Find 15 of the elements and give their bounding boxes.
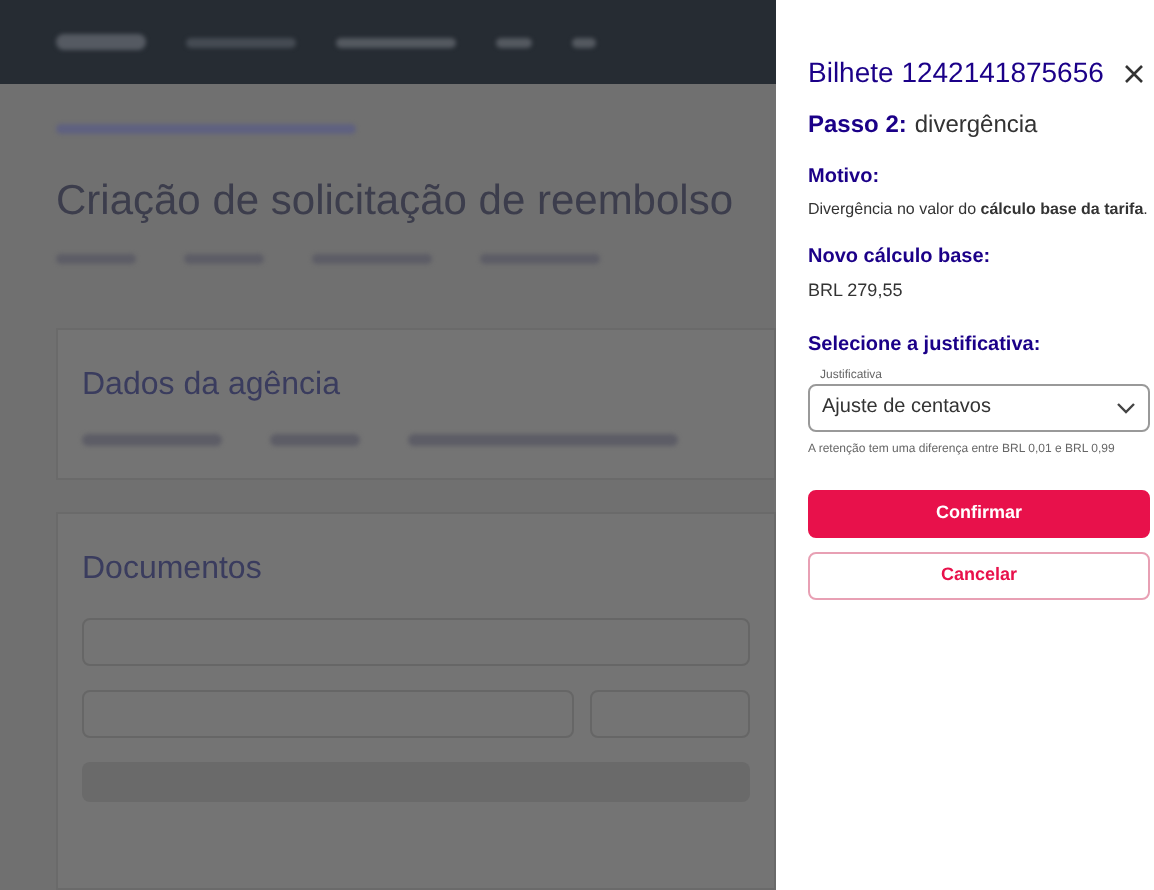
section-heading: Documentos: [82, 550, 262, 590]
cancel-button[interactable]: Cancelar: [808, 551, 1150, 599]
step-name: divergência: [914, 108, 1038, 142]
reason-text: Divergência no valor do cálculo base da tarifa.: [808, 198, 1150, 222]
confirm-button[interactable]: Confirmar: [808, 489, 1150, 537]
new-base-label: Novo cálculo base:: [808, 244, 993, 272]
justification-select[interactable]: Ajuste de centavos: [808, 383, 1150, 431]
drawer-title: Bilhete 1242141875656: [808, 54, 1104, 92]
justification-label: Selecione a justificativa:: [808, 331, 1043, 359]
close-icon[interactable]: [1124, 63, 1144, 83]
reason-label: Motivo:: [808, 164, 882, 192]
section-heading: Dados da agência: [82, 366, 340, 406]
chevron-down-icon: [1116, 401, 1136, 413]
step-label: Passo 2:: [808, 108, 907, 142]
new-base-value: BRL 279,55: [808, 278, 905, 304]
